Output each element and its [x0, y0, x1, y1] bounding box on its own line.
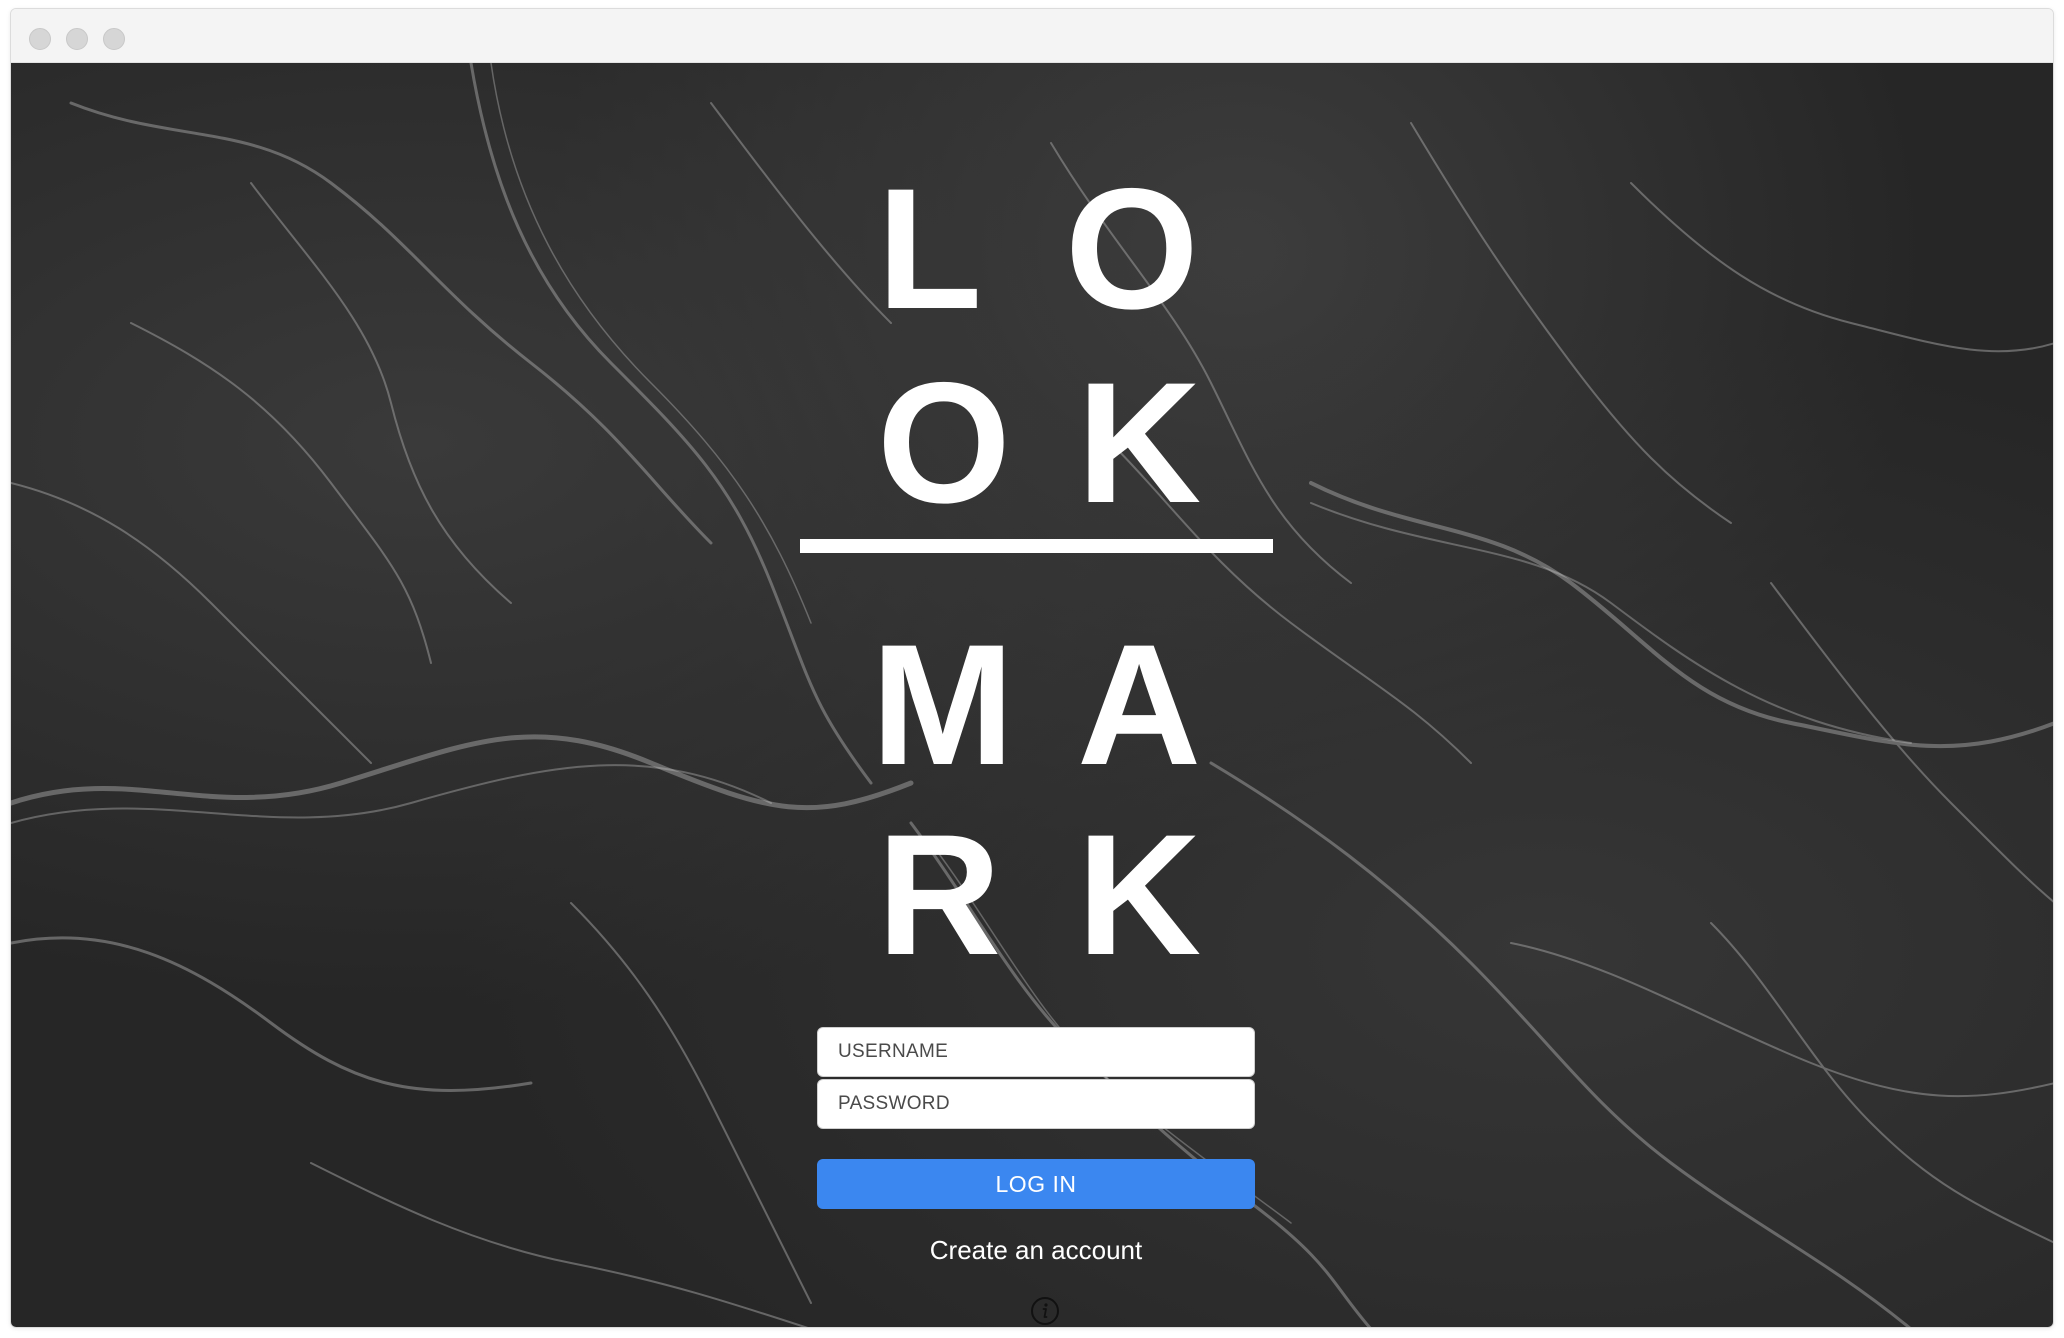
username-input[interactable] [817, 1027, 1255, 1077]
login-form: LOG IN Create an account [817, 1027, 1255, 1266]
zoom-window-button[interactable] [103, 28, 125, 50]
password-input[interactable] [817, 1079, 1255, 1129]
login-button[interactable]: LOG IN [817, 1159, 1255, 1209]
create-account-link[interactable]: Create an account [817, 1235, 1255, 1266]
close-window-button[interactable] [29, 28, 51, 50]
minimize-window-button[interactable] [66, 28, 88, 50]
info-icon[interactable] [1030, 1296, 1060, 1326]
browser-window: L O O K M A R K LOG IN Create an account [10, 8, 2054, 1328]
login-page: L O O K M A R K LOG IN Create an account [11, 63, 2053, 1327]
window-titlebar [11, 9, 2053, 63]
